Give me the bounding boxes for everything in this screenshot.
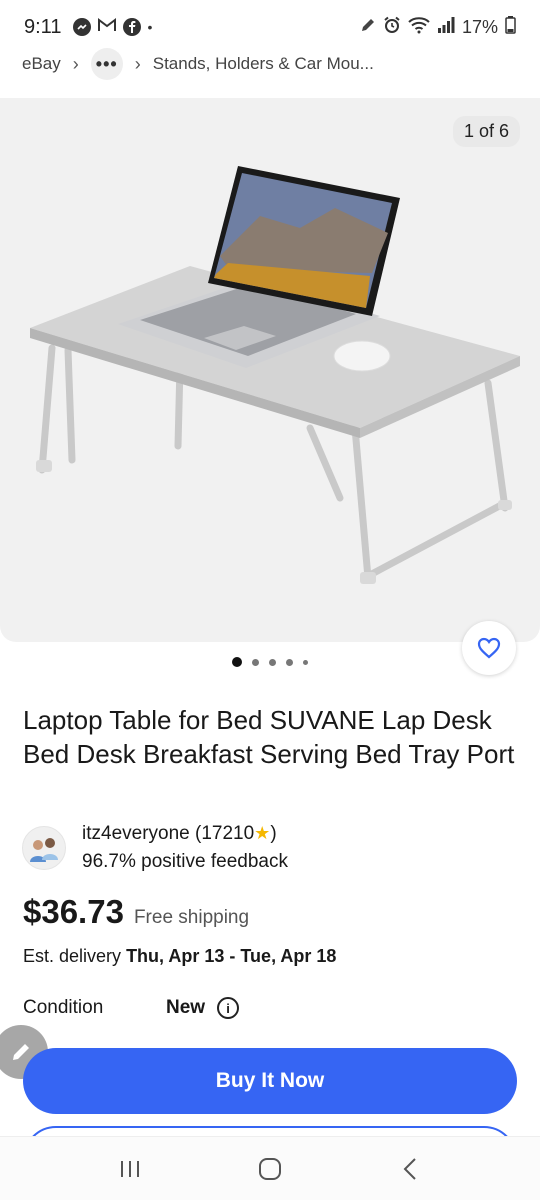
delivery-label: Est. delivery	[23, 946, 122, 966]
edit-pencil-icon	[360, 17, 376, 38]
pencil-icon	[13, 1044, 29, 1060]
battery-icon	[505, 15, 516, 39]
price: $36.73	[23, 893, 124, 930]
status-right: 17%	[360, 15, 516, 39]
battery-percent: 17%	[461, 16, 498, 37]
delivery-dates: Thu, Apr 13 - Tue, Apr 18	[126, 946, 337, 966]
estimated-delivery: Est. delivery Thu, Apr 13 - Tue, Apr 18	[23, 946, 336, 967]
listing-title: Laptop Table for Bed SUVANE Lap Desk Bed…	[23, 705, 515, 769]
seller-info[interactable]: itz4everyone (17210★) 96.7% positive fee…	[22, 820, 288, 877]
product-image-gallery[interactable]: 1 of 6	[0, 98, 540, 642]
product-image	[30, 166, 520, 584]
pagination-dot[interactable]	[286, 658, 293, 666]
info-icon[interactable]: i	[217, 997, 240, 1019]
gmail-icon	[97, 17, 117, 38]
image-counter: 1 of 6	[452, 116, 520, 147]
star-icon: ★	[254, 823, 271, 843]
pagination-dot[interactable]	[269, 658, 276, 666]
back-button[interactable]	[380, 1144, 440, 1194]
chevron-right-icon: ›	[134, 53, 141, 74]
messenger-icon	[73, 18, 92, 36]
pagination-dot[interactable]	[252, 658, 259, 666]
status-dot: •	[147, 19, 153, 35]
seller-name-suffix: )	[270, 823, 277, 844]
status-time: 9:11	[24, 15, 62, 38]
android-nav-bar	[0, 1136, 540, 1200]
condition-row: Condition New i	[23, 997, 513, 1019]
seller-avatar	[22, 826, 66, 870]
facebook-icon	[123, 18, 142, 36]
breadcrumb: eBay › ••• › Stands, Holders & Car Mou..…	[0, 44, 540, 84]
breadcrumb-category[interactable]: Stands, Holders & Car Mou...	[153, 54, 374, 74]
breadcrumb-ebay[interactable]: eBay	[22, 54, 61, 74]
price-row: $36.73 Free shipping	[23, 893, 249, 931]
buy-it-now-button[interactable]: Buy It Now	[23, 1048, 517, 1114]
recent-apps-icon	[121, 1160, 139, 1177]
home-button[interactable]	[240, 1144, 300, 1194]
signal-icon	[437, 16, 455, 38]
seller-name[interactable]: itz4everyone (17210	[82, 823, 254, 844]
condition-value: New	[166, 997, 206, 1018]
pagination-dot[interactable]	[303, 659, 308, 665]
seller-details: itz4everyone (17210★) 96.7% positive fee…	[82, 820, 288, 877]
seller-name-row: itz4everyone (17210★)	[82, 820, 288, 847]
seller-feedback: 96.7% positive feedback	[82, 851, 288, 872]
home-icon	[259, 1157, 281, 1180]
wifi-icon	[408, 16, 430, 39]
breadcrumb-more-button[interactable]: •••	[90, 48, 123, 80]
gallery-pagination	[0, 657, 540, 667]
pagination-dot-active[interactable]	[232, 657, 242, 667]
chevron-right-icon: ›	[72, 53, 79, 74]
alarm-icon	[383, 16, 401, 39]
status-left: 9:11 •	[24, 16, 152, 39]
heart-icon	[477, 637, 501, 659]
condition-label: Condition	[23, 997, 104, 1018]
recent-apps-button[interactable]	[100, 1144, 160, 1194]
shipping-info: Free shipping	[133, 907, 250, 928]
back-icon	[403, 1157, 416, 1180]
